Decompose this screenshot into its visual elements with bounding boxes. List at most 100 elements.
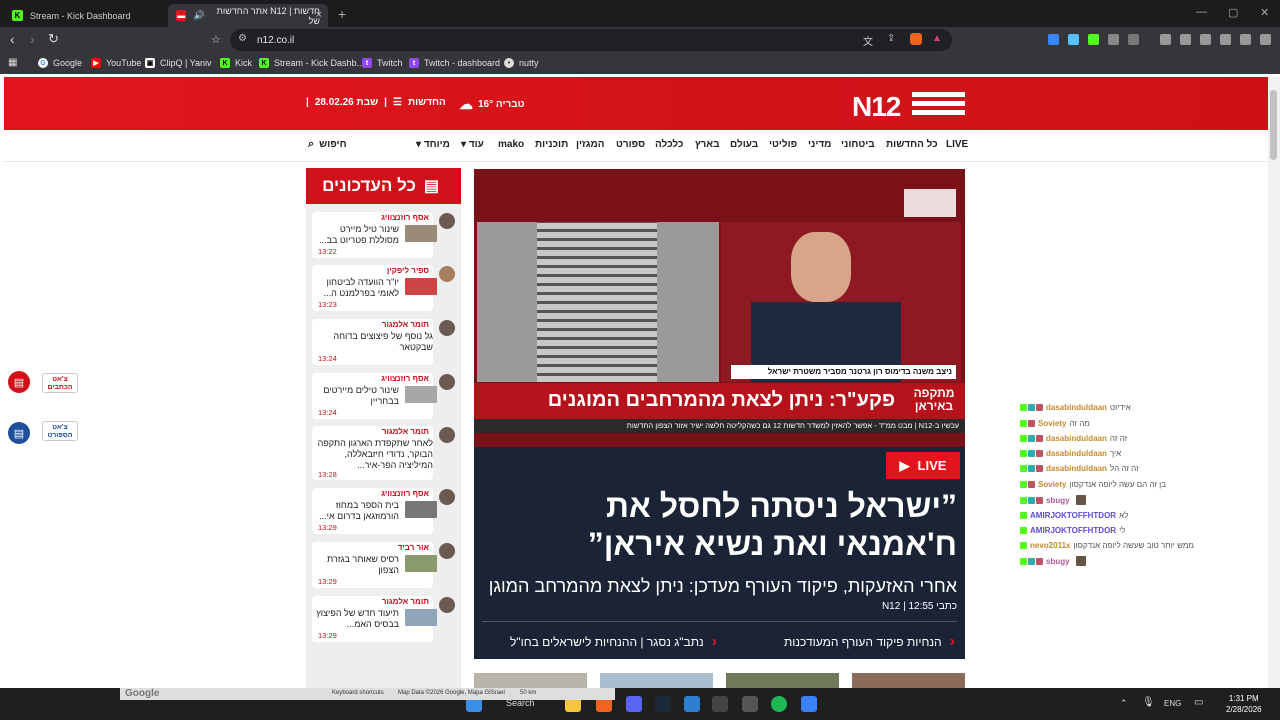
n12-logo[interactable]: N12 (852, 91, 901, 123)
search-button[interactable]: ⌕ חיפוש (308, 138, 347, 151)
bookmark-kick-dashboard[interactable]: K Stream - Kick Dashb... (259, 58, 364, 68)
article-card-thumbnail[interactable] (726, 673, 839, 688)
network-icon[interactable]: ▭ (1194, 697, 1203, 708)
site-info-icon[interactable]: ⚙ (238, 33, 247, 44)
translate-icon[interactable]: 文 (863, 33, 873, 48)
nav-more[interactable]: ▾ עוד (461, 139, 484, 150)
update-item[interactable]: אסף רוזנצוויג שינור טיל מיירט מסוללת פטר… (312, 212, 437, 258)
extension-icon[interactable] (1128, 34, 1139, 45)
app-icon[interactable] (684, 696, 700, 712)
nav-all-news[interactable]: כל החדשות (886, 139, 938, 150)
bookmark-youtube[interactable]: ▶ YouTube (91, 58, 141, 68)
chevron-up-icon[interactable]: ⌃ (1120, 698, 1128, 709)
bookmark-google[interactable]: G Google (38, 58, 82, 68)
vpn-icon[interactable] (1240, 34, 1251, 45)
update-item[interactable]: תומר אלמגור גל נוסף של פיצוצים בדוחה שבק… (312, 319, 433, 365)
nav-live[interactable]: LIVE (946, 139, 968, 150)
obs-icon[interactable] (712, 696, 728, 712)
bookmark-nutty[interactable]: • nutty (504, 58, 539, 68)
language-indicator[interactable]: ENG (1164, 699, 1181, 708)
bookmark-kick[interactable]: K Kick (220, 58, 252, 68)
byline: כתבי N12 | 12:55 (881, 601, 957, 612)
sidebar-icon[interactable] (1180, 34, 1191, 45)
menu-icon[interactable] (1260, 34, 1271, 45)
close-tab-icon[interactable]: × (316, 9, 322, 21)
forward-button[interactable]: › (30, 31, 35, 47)
article-card-thumbnail[interactable] (474, 673, 587, 688)
nav-special[interactable]: ▾ מיוחד (416, 139, 450, 150)
update-time: 13:24 (318, 354, 337, 363)
keyboard-shortcuts-link[interactable]: Keyboard shortcuts (332, 690, 384, 696)
new-tab-button[interactable]: + (338, 6, 346, 22)
chat-message: sbugy (1020, 556, 1087, 566)
app-icon[interactable] (801, 696, 817, 712)
nav-programs[interactable]: תוכניות (535, 139, 568, 150)
update-item[interactable]: תומר אלמגור לאחר שתקפדת הארגון התקפה הבו… (312, 426, 433, 480)
address-bar[interactable]: ⚙ n12.co.il 文 ⇪ ▲ (230, 29, 952, 51)
bookmark-icon[interactable]: ☆ (211, 33, 221, 46)
nav-israel[interactable]: בארץ (695, 139, 720, 150)
updates-header[interactable]: כל העדכונים ▤ (306, 168, 461, 204)
nav-mako[interactable]: mako (498, 139, 524, 150)
extensions-puzzle-icon[interactable] (1108, 34, 1119, 45)
update-author: תומר אלמגור (381, 320, 429, 329)
nav-diplomatic[interactable]: מדיני (808, 139, 831, 150)
google-icon: G (38, 58, 48, 68)
leo-ai-icon[interactable] (1220, 34, 1231, 45)
header-date: החדשות ☰ | שבת 28.02.26 | (306, 97, 446, 108)
related-link[interactable]: ‹ נתב"ג נסגר | ההנחיות לישראלים בחו"ל (510, 633, 717, 651)
brave-rewards-icon[interactable]: ▲ (932, 33, 942, 44)
tab-kick-dashboard[interactable]: K Stream - Kick Dashboard (4, 4, 164, 27)
tab-n12[interactable]: ▬ 🔊 חדשות | N12 אתר החדשות של × (168, 4, 328, 27)
sport-chat-label[interactable]: צ'אט הספורט (42, 421, 78, 441)
live-badge[interactable]: ▶ LIVE (886, 452, 960, 479)
maximize-button[interactable]: ▢ (1228, 6, 1238, 19)
microphone-icon[interactable]: 🎙 (1142, 697, 1155, 708)
extension-icon[interactable] (1068, 34, 1079, 45)
reporters-chat-button[interactable]: ▤ (8, 371, 30, 393)
chat-message: dasabinduldaan אידיוט (1020, 403, 1131, 412)
page-scrollbar[interactable] (1268, 77, 1280, 688)
reload-button[interactable]: ↻ (48, 31, 59, 47)
hero-article[interactable]: ניצב משנה בדימוס רון גרטנר מסביר משטרת י… (474, 169, 965, 659)
nav-magazine[interactable]: המגזין (576, 139, 605, 150)
update-item[interactable]: אסף רוזנצוויג בית הספר במחוז הורמוזגאן ב… (312, 488, 437, 534)
nav-security[interactable]: ביטחוני (841, 139, 875, 150)
close-window-button[interactable]: ✕ (1260, 6, 1269, 19)
wallet-icon[interactable] (1200, 34, 1211, 45)
extension-icon[interactable] (1088, 34, 1099, 45)
bookmark-clipq[interactable]: ▣ ClipQ | Yaniv (145, 58, 212, 68)
brave-shield-icon[interactable] (910, 33, 922, 45)
reporters-chat-label[interactable]: צ'אט הכתבים (42, 373, 78, 393)
spotify-icon[interactable] (771, 696, 787, 712)
weather-widget[interactable]: ☁ טבריה 16° (459, 96, 525, 113)
bookmark-twitch-dashboard[interactable]: t Twitch - dashboard (409, 58, 500, 68)
nav-economy[interactable]: כלכלה (655, 139, 683, 150)
bookmark-twitch[interactable]: t Twitch (362, 58, 403, 68)
steam-icon[interactable] (655, 696, 671, 712)
scroll-thumb[interactable] (1270, 90, 1277, 160)
nav-sport[interactable]: ספורט (616, 139, 645, 150)
clock[interactable]: 1:31 PM 2/28/2026 (1226, 693, 1262, 715)
app-icon[interactable] (742, 696, 758, 712)
update-item[interactable]: אור רביד רסיס שאותר בגזרת הצפון 13:29 (312, 542, 437, 588)
headline[interactable]: ”ישראל ניסתה לחסל את ח'אמנאי ואת נשיא אי… (482, 487, 957, 563)
share-icon[interactable]: ⇪ (887, 33, 895, 44)
article-card-thumbnail[interactable] (852, 673, 965, 688)
update-item[interactable]: אסף רוזנצוויג שינור טילים מיירטים בבחריי… (312, 373, 437, 419)
minimize-button[interactable]: — (1196, 6, 1207, 18)
nav-political[interactable]: פוליטי (769, 139, 797, 150)
update-author: אסף רוזנצוויג (381, 489, 429, 498)
discord-icon[interactable] (626, 696, 642, 712)
article-card-thumbnail[interactable] (600, 673, 713, 688)
apps-grid-icon[interactable]: ▦ (8, 57, 17, 68)
back-button[interactable]: ‹ (10, 31, 15, 47)
sport-chat-button[interactable]: ▤ (8, 422, 30, 444)
nav-world[interactable]: בעולם (730, 139, 758, 150)
media-icon[interactable] (1160, 34, 1171, 45)
extension-icon[interactable] (1048, 34, 1059, 45)
update-item[interactable]: ספיר ליפקין יו"ר הוועדה לביטחון לאומי בפ… (312, 265, 437, 311)
related-link[interactable]: ‹ הנחיות פיקוד העורף המעודכנות (784, 633, 955, 651)
video-player[interactable]: ניצב משנה בדימוס רון גרטנר מסביר משטרת י… (474, 169, 965, 447)
update-item[interactable]: תומר אלמגור תיעוד חדש של הפיצוץ בבסיס הא… (312, 596, 437, 642)
